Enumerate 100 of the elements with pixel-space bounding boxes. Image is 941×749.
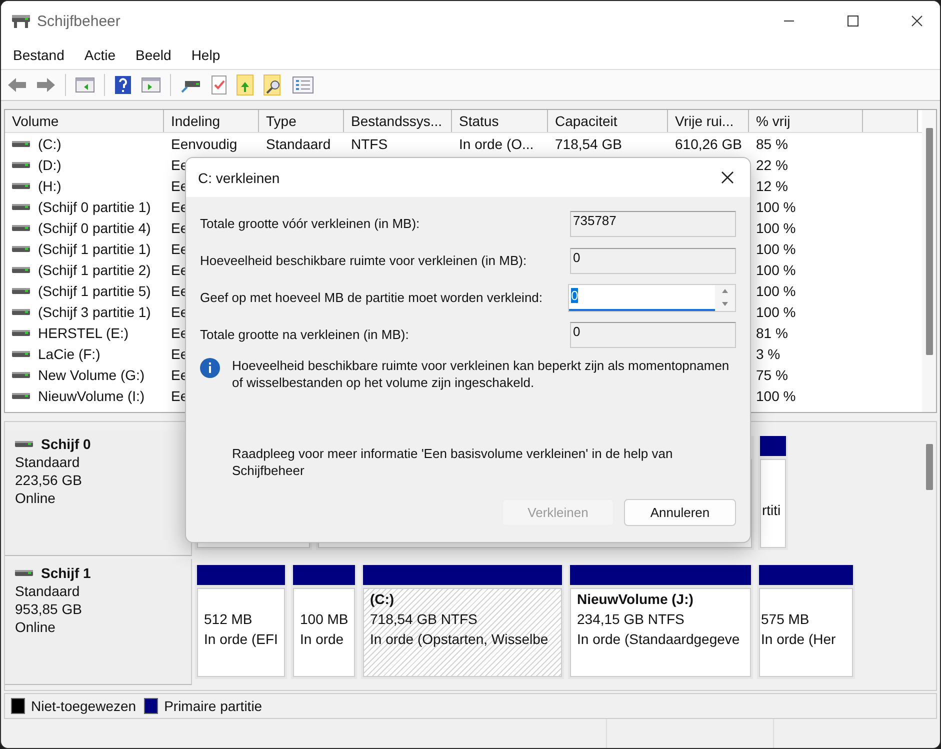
disk-type: Standaard: [15, 583, 81, 599]
table-cell: 100 %: [756, 282, 796, 298]
table-cell: 100 %: [756, 220, 796, 236]
info-icon: [200, 358, 220, 378]
field-label: Totale grootte vóór verkleinen (in MB):: [200, 216, 421, 232]
column-header[interactable]: % vrij: [749, 110, 863, 132]
drive-icon: [12, 160, 30, 168]
column-header[interactable]: Status: [452, 110, 548, 132]
disk-name: Schijf 1: [41, 565, 91, 581]
column-header[interactable]: Type: [259, 110, 344, 132]
back-icon[interactable]: [7, 77, 27, 93]
maximize-icon[interactable]: [847, 15, 859, 27]
column-header[interactable]: Vrije rui...: [668, 110, 749, 132]
table-cell: 100 %: [756, 240, 796, 256]
partition-status: In orde: [300, 631, 344, 647]
partition-status: rtiti: [762, 502, 781, 518]
table-cell: 100 %: [756, 304, 796, 320]
forward-icon[interactable]: [36, 77, 56, 93]
up-arrow-icon[interactable]: [722, 289, 728, 293]
partition-block[interactable]: 100 MB In orde: [291, 565, 357, 679]
scrollbar-thumb[interactable]: [926, 128, 932, 355]
drive-icon: [15, 440, 33, 448]
drive-icon: [12, 202, 30, 210]
column-header[interactable]: Bestandssys...: [344, 110, 452, 132]
partition-block[interactable]: rtiti: [758, 436, 788, 550]
checklist-icon[interactable]: [211, 75, 227, 95]
drive-icon: [15, 569, 33, 577]
down-arrow-icon[interactable]: [722, 302, 728, 306]
table-cell: 610,26 GB: [675, 136, 742, 152]
disk-status: Online: [15, 490, 56, 506]
dialog-title: C: verkleinen: [198, 170, 280, 186]
close-icon[interactable]: [911, 15, 923, 27]
menu-item[interactable]: Help: [191, 47, 220, 63]
column-header[interactable]: Capaciteit: [548, 110, 668, 132]
properties-icon[interactable]: [292, 76, 314, 94]
partition-title: NieuwVolume (J:): [577, 591, 694, 607]
folder-up-icon[interactable]: [236, 74, 254, 96]
table-cell: New Volume (G:): [38, 366, 145, 382]
table-cell: NTFS: [351, 136, 388, 152]
table-cell: (H:): [38, 178, 62, 194]
partition-title: (C:): [370, 591, 394, 607]
partition-block[interactable]: NieuwVolume (J:) 234,15 GB NTFS In orde (Standaardgegeve: [568, 565, 753, 679]
dialog-button[interactable]: Annuleren: [624, 499, 736, 526]
partition-status: In orde (EFI: [204, 631, 278, 647]
table-cell: Eenvoudig: [171, 136, 238, 152]
menu-item[interactable]: Bestand: [13, 47, 64, 63]
console-tree-icon[interactable]: [75, 76, 95, 94]
table-cell: (C:): [38, 136, 62, 152]
partition-block[interactable]: 575 MB In orde (Her: [757, 565, 855, 679]
drive-icon: [12, 350, 30, 358]
disk-status: Online: [15, 619, 56, 635]
drive-icon: [12, 224, 30, 232]
info-text: Hoeveelheid beschikbare ruimte voor verkleinen kan beperkt zijn als momentopnamen of wisselbestanden op het volume zijn ingeschakeld.: [232, 357, 730, 391]
disk-size: 223,56 GB: [15, 472, 83, 488]
spinner-field[interactable]: 0: [568, 284, 736, 312]
table-cell: 22 %: [756, 156, 788, 172]
table-cell: (D:): [38, 156, 62, 172]
close-icon[interactable]: [721, 171, 734, 184]
partition-size: 575 MB: [761, 611, 810, 627]
table-cell: HERSTEL (E:): [38, 324, 128, 340]
partition-size: 234,15 GB NTFS: [577, 611, 684, 627]
drive-icon: [12, 286, 30, 294]
table-cell: NieuwVolume (I:): [38, 388, 145, 404]
partition-bar: [293, 565, 355, 585]
table-cell: Standaard: [266, 136, 331, 152]
table-cell: (Schijf 1 partitie 1): [38, 240, 151, 256]
table-cell: 100 %: [756, 388, 796, 404]
field-label: Geef op met hoeveel MB de partitie moet worden verkleind:: [200, 290, 544, 306]
table-cell: LaCie (F:): [38, 346, 100, 362]
table-cell: 81 %: [756, 324, 788, 340]
drive-icon: [12, 140, 30, 148]
disk-size: 953,85 GB: [15, 601, 83, 617]
readonly-field: 0: [570, 248, 736, 274]
table-cell: 75 %: [756, 366, 788, 382]
field-label: Hoeveelheid beschikbare ruimte voor verkleinen (in MB):: [200, 252, 528, 268]
help-icon[interactable]: [114, 75, 132, 95]
partition-size: 512 MB: [204, 611, 252, 627]
partition-size: 100 MB: [300, 611, 348, 627]
drive-icon: [12, 328, 30, 336]
table-cell: (Schijf 0 partitie 1): [38, 198, 151, 214]
table-cell: (Schijf 1 partitie 5): [38, 282, 151, 298]
partition-status: In orde (Her: [761, 631, 836, 647]
table-cell: 718,54 GB: [555, 136, 622, 152]
menu-item[interactable]: Beeld: [136, 47, 172, 63]
partition-size: 718,54 GB NTFS: [370, 611, 478, 627]
table-cell: 100 %: [756, 198, 796, 214]
column-header[interactable]: Volume: [5, 110, 164, 132]
app-icon: [11, 13, 31, 29]
partition-status: In orde (Opstarten, Wisselbe: [370, 631, 548, 647]
column-header[interactable]: Indeling: [164, 110, 259, 132]
folder-search-icon[interactable]: [263, 74, 283, 96]
disk-type: Standaard: [15, 454, 81, 470]
action-pane-icon[interactable]: [141, 76, 161, 94]
scrollbar-thumb[interactable]: [926, 444, 932, 490]
partition-block[interactable]: (C:) 718,54 GB NTFS In orde (Opstarten, Wisselbe: [361, 565, 564, 679]
drive-icon: [12, 182, 30, 190]
partition-block[interactable]: 512 MB In orde (EFI: [195, 565, 287, 679]
readonly-field: 0: [570, 322, 736, 348]
menu-item[interactable]: Actie: [84, 47, 116, 63]
table-cell: (Schijf 3 partitie 1): [38, 304, 151, 320]
